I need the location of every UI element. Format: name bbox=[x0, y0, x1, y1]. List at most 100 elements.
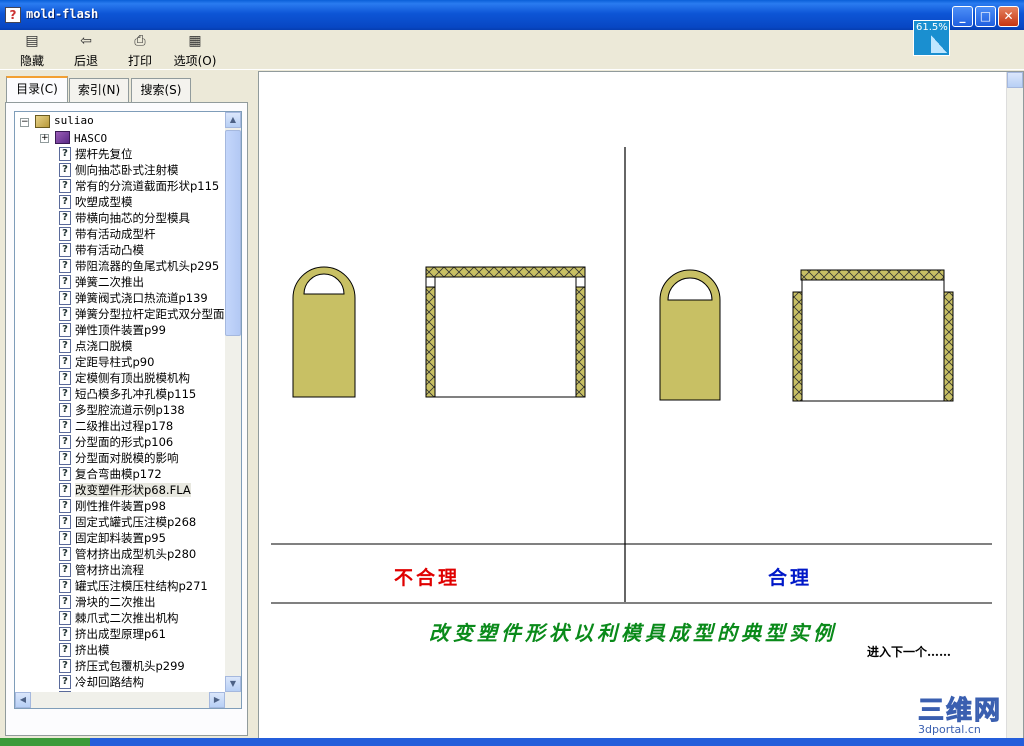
start-button[interactable] bbox=[0, 738, 90, 746]
help-topic-icon: ? bbox=[59, 451, 71, 465]
expand-toggle[interactable]: + bbox=[40, 134, 49, 143]
help-topic-icon: ? bbox=[59, 355, 71, 369]
tab-search[interactable]: 搜索(S) bbox=[131, 78, 191, 102]
tree-topic-item[interactable]: ? 带横向抽芯的分型模具 bbox=[59, 210, 190, 226]
back-button[interactable]: ⇦ 后退 bbox=[64, 33, 108, 69]
back-arrow-icon: ⇦ bbox=[80, 33, 92, 49]
help-topic-icon: ? bbox=[59, 467, 71, 481]
tree-topic-label: 罐式压注模压柱结构p271 bbox=[75, 579, 208, 593]
scroll-down-arrow-icon[interactable]: ▼ bbox=[225, 676, 241, 692]
tab-contents[interactable]: 目录(C) bbox=[6, 76, 68, 103]
minimize-button[interactable]: _ bbox=[952, 6, 973, 27]
tree-topic-item[interactable]: ? 固定卸料装置p95 bbox=[59, 530, 166, 546]
tree-topic-item[interactable]: ? 复合弯曲模p172 bbox=[59, 466, 162, 482]
help-topic-icon: ? bbox=[59, 659, 71, 673]
tree-topic-item[interactable]: ? 常有的分流道截面形状p115 bbox=[59, 178, 219, 194]
bad-mold-shape bbox=[425, 266, 586, 398]
contents-tree[interactable]: − suliao + HASCO ? 摆杆先复位? 侧向抽芯卧式注射模? 常有的分流道… bbox=[14, 111, 242, 709]
taskbar bbox=[0, 738, 1024, 746]
tree-topic-item[interactable]: ? 棘爪式二次推出机构 bbox=[59, 610, 179, 626]
tab-index[interactable]: 索引(N) bbox=[69, 78, 129, 102]
help-topic-icon: ? bbox=[59, 563, 71, 577]
watermark-logo: 三维网 3dportal.cn bbox=[918, 690, 1018, 738]
help-topic-icon: ? bbox=[59, 499, 71, 513]
tree-topic-item[interactable]: ? 分型面的形式p106 bbox=[59, 434, 173, 450]
tree-root[interactable]: suliao bbox=[35, 114, 94, 130]
tree-topic-label: 滑块的二次推出 bbox=[75, 595, 156, 609]
maximize-button[interactable]: □ bbox=[975, 6, 996, 27]
tree-topic-label: 吹塑成型模 bbox=[75, 195, 133, 209]
tree-topic-label: 复合弯曲模p172 bbox=[75, 467, 162, 481]
help-topic-icon: ? bbox=[59, 627, 71, 641]
tree-topic-item[interactable]: ? 罐式压注模压柱结构p271 bbox=[59, 578, 208, 594]
tree-vertical-scrollbar[interactable]: ▲ ▼ bbox=[225, 112, 241, 692]
options-button[interactable]: ▦ 选项(O) bbox=[170, 33, 220, 69]
tree-topic-label: 带阻流器的鱼尾式机头p295 bbox=[75, 259, 220, 273]
tree-topic-item[interactable]: ? 点浇口脱模 bbox=[59, 338, 133, 354]
help-topic-icon: ? bbox=[59, 275, 71, 289]
tree-topic-item[interactable]: ? 挤压式包覆机头p299 bbox=[59, 658, 185, 674]
scroll-right-arrow-icon[interactable]: ▶ bbox=[209, 692, 225, 708]
tree-topic-item[interactable]: ? 弹簧分型拉杆定距式双分型面 bbox=[59, 306, 225, 322]
scroll-left-arrow-icon[interactable]: ◀ bbox=[15, 692, 31, 708]
hide-button[interactable]: ▤ 隐藏 bbox=[10, 33, 54, 69]
tree-topic-item[interactable]: ? 固定式罐式压注模p268 bbox=[59, 514, 196, 530]
tree-topic-item[interactable]: ? 带阻流器的鱼尾式机头p295 bbox=[59, 258, 219, 274]
help-topic-icon: ? bbox=[59, 259, 71, 273]
help-topic-icon: ? bbox=[59, 211, 71, 225]
tree-book-hasco[interactable]: HASCO bbox=[55, 130, 107, 146]
tree-topic-item[interactable]: ? 滑块的二次推出 bbox=[59, 594, 156, 610]
next-link[interactable]: 进入下一个…… bbox=[867, 644, 951, 659]
tree-topic-item[interactable]: ? 带有活动成型杆 bbox=[59, 226, 156, 242]
help-topic-icon: ? bbox=[59, 515, 71, 529]
tree-topic-label: 管材挤出流程 bbox=[75, 563, 144, 577]
tree-topic-item[interactable]: ? 冷却回路结构 bbox=[59, 674, 144, 690]
tree-horizontal-scrollbar[interactable]: ◀ ▶ bbox=[15, 692, 241, 708]
print-button[interactable]: ⎙ 打印 bbox=[118, 33, 162, 69]
tree-topic-label: 固定卸料装置p95 bbox=[75, 531, 166, 545]
help-topic-icon: ? bbox=[59, 643, 71, 657]
tree-topic-label: 固定式罐式压注模p268 bbox=[75, 515, 197, 529]
scroll-up-arrow-icon[interactable]: ▲ bbox=[225, 112, 241, 128]
scroll-thumb[interactable] bbox=[225, 130, 241, 336]
tree-topic-item[interactable]: ? 挤出成型原理p61 bbox=[59, 626, 166, 642]
content-scroll-up-icon[interactable] bbox=[1007, 72, 1023, 88]
tree-topic-item[interactable]: ? 多型腔流道示例p138 bbox=[59, 402, 185, 418]
close-button[interactable]: ✕ bbox=[998, 6, 1019, 27]
title-bar[interactable]: ? mold-flash _ □ ✕ bbox=[0, 0, 1024, 30]
tree-topic-label: 棘爪式二次推出机构 bbox=[75, 611, 179, 625]
help-topic-icon: ? bbox=[59, 483, 71, 497]
tree-topic-label: 弹簧二次推出 bbox=[75, 275, 144, 289]
good-mold-shape bbox=[792, 269, 954, 402]
tree-frame: − suliao + HASCO ? 摆杆先复位? 侧向抽芯卧式注射模? 常有的分流道… bbox=[5, 102, 248, 736]
content-vertical-scrollbar[interactable] bbox=[1006, 72, 1023, 745]
help-topic-icon: ? bbox=[59, 371, 71, 385]
tree-topic-item[interactable]: ? 弹簧阀式浇口热流道p139 bbox=[59, 290, 208, 306]
tree-topic-item[interactable]: ? 挤出模 bbox=[59, 642, 110, 658]
tree-topic-label: 侧向抽芯卧式注射模 bbox=[75, 163, 179, 177]
tree-topic-item[interactable]: ? 短凸模多孔冲孔模p115 bbox=[59, 386, 196, 402]
tree-topic-label: 常有的分流道截面形状p115 bbox=[75, 179, 220, 193]
tree-topic-item[interactable]: ? 管材挤出流程 bbox=[59, 562, 144, 578]
tree-root-label: suliao bbox=[54, 114, 94, 127]
tree-topic-item[interactable]: ? 摆杆先复位 bbox=[59, 146, 133, 162]
help-topic-icon: ? bbox=[59, 675, 71, 689]
help-topic-icon: ? bbox=[59, 147, 71, 161]
tree-topic-item[interactable]: ? 带有活动凸模 bbox=[59, 242, 144, 258]
tree-topic-item[interactable]: ? 分型面对脱模的影响 bbox=[59, 450, 179, 466]
tree-topic-item[interactable]: ? 改变塑件形状p68.FLA bbox=[59, 482, 191, 498]
tree-topic-item[interactable]: ? 弹性顶件装置p99 bbox=[59, 322, 166, 338]
tree-topic-item[interactable]: ? 侧向抽芯卧式注射模 bbox=[59, 162, 179, 178]
options-icon: ▦ bbox=[188, 33, 202, 49]
tree-topic-item[interactable]: ? 吹塑成型模 bbox=[59, 194, 133, 210]
help-app-icon: ? bbox=[5, 7, 21, 23]
collapse-toggle[interactable]: − bbox=[20, 118, 29, 127]
tree-topic-item[interactable]: ? 定模侧有顶出脱模机构 bbox=[59, 370, 190, 386]
tree-topic-item[interactable]: ? 刚性推件装置p98 bbox=[59, 498, 166, 514]
tree-topic-item[interactable]: ? 管材挤出成型机头p280 bbox=[59, 546, 196, 562]
help-topic-icon: ? bbox=[59, 179, 71, 193]
bad-part-shape bbox=[292, 266, 356, 398]
tree-topic-item[interactable]: ? 弹簧二次推出 bbox=[59, 274, 144, 290]
tree-topic-item[interactable]: ? 定距导柱式p90 bbox=[59, 354, 154, 370]
tree-topic-item[interactable]: ? 二级推出过程p178 bbox=[59, 418, 173, 434]
